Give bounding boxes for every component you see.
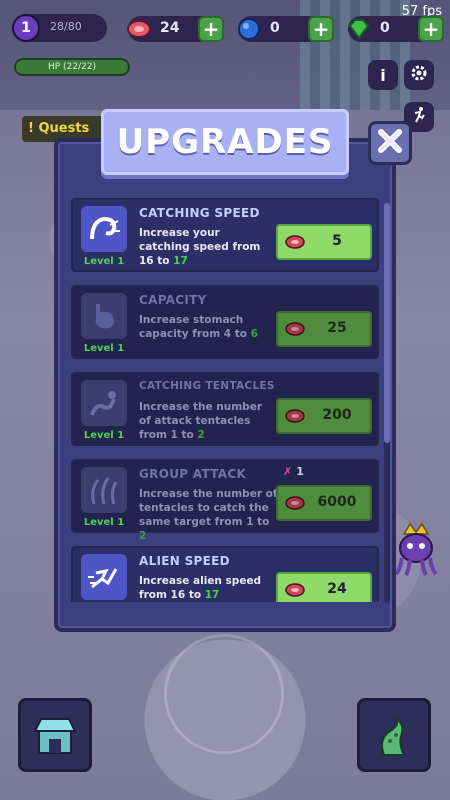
group-attack-thumbnail <box>81 467 127 513</box>
catching-tentacles-thumbnail <box>81 380 127 426</box>
gear-icon <box>410 64 428 86</box>
upgrade-level: Level 1 <box>83 256 125 267</box>
upgrade-card-catching-tentacles: Level 1 CATCHING TENTACLES Increase the … <box>71 372 379 446</box>
hp-bar: HP (22/22) <box>14 58 130 76</box>
green-gem-icon <box>344 14 374 44</box>
dna-icon: ✗ <box>283 465 293 478</box>
settings-button[interactable] <box>404 60 434 90</box>
blue-gem-counter: 0 + <box>238 16 334 42</box>
tentacles-group-icon <box>91 477 118 505</box>
card-clip: ALIEN SPEED Increase alien speed from 16… <box>71 546 379 602</box>
close-button[interactable] <box>368 121 412 165</box>
info-icon: i <box>380 65 386 85</box>
upgrade-name: CAPACITY <box>139 293 207 307</box>
player-level-bar: 1 28/80 <box>12 14 107 42</box>
buy-catching-tentacles-button[interactable]: 200 <box>276 398 372 434</box>
modal-title: UPGRADES <box>101 109 349 175</box>
upgrade-description: Increase the number of tentacles to catc… <box>139 488 278 542</box>
xp-counter: 28/80 <box>50 20 82 33</box>
add-green-gem-button[interactable]: + <box>418 16 444 42</box>
green-gem-counter: 0 + <box>348 16 444 42</box>
upgrade-name: ALIEN SPEED <box>139 554 230 568</box>
upgrade-description: Increase alien speed from 16 to 17 <box>139 575 262 601</box>
add-blue-gem-button[interactable]: + <box>308 16 334 42</box>
alien-speed-thumbnail <box>81 554 127 600</box>
upgrade-card-catching-speed: Level 1 CATCHING SPEED Increase your cat… <box>71 198 379 272</box>
upgrade-description: Increase your catching speed from 16 to … <box>139 227 261 267</box>
upgrade-name: CATCHING TENTACLES <box>139 380 275 392</box>
info-button[interactable]: i <box>368 60 398 90</box>
meat-icon <box>285 496 305 510</box>
meat-icon <box>285 322 305 336</box>
upgrade-card-alien-speed: ALIEN SPEED Increase alien speed from 16… <box>71 546 379 602</box>
quests-label: Quests <box>38 121 90 136</box>
buy-catching-speed-button[interactable]: 5 <box>276 224 372 260</box>
buy-capacity-button[interactable]: 25 <box>276 311 372 347</box>
tentacle-spiral-icon <box>90 216 120 240</box>
level-badge: 1 <box>12 14 40 42</box>
price-value: 5 <box>332 233 342 249</box>
tentacle-grab-icon <box>90 391 116 416</box>
meat-icon <box>285 583 305 597</box>
monster-sprite <box>394 520 438 577</box>
upgrade-description: Increase stomach capacity from 4 to 6 <box>139 314 258 340</box>
price-value: 25 <box>327 320 347 336</box>
meat-icon <box>124 14 154 44</box>
upgrade-description: Increase the number of attack tentacles … <box>139 401 262 441</box>
meat-icon <box>285 235 305 249</box>
dna-requirement: ✗ 1 <box>283 465 304 478</box>
blue-gem-icon <box>234 14 264 44</box>
upgrade-level: Level 1 <box>83 517 125 528</box>
price-value: 200 <box>322 407 352 423</box>
shop-button[interactable] <box>18 698 92 772</box>
running-alien-icon <box>88 568 118 589</box>
upgrade-card-group-attack: Level 1 GROUP ATTACK ✗ 1 Increase the num… <box>71 459 379 542</box>
buy-alien-speed-button[interactable]: 24 <box>276 572 372 602</box>
meat-counter: 24 + <box>127 16 224 42</box>
tentacle-icon <box>381 716 406 756</box>
meat-value: 24 <box>160 20 180 36</box>
tentacle-ability-button[interactable] <box>357 698 431 772</box>
capacity-thumbnail <box>81 293 127 339</box>
shop-icon <box>33 718 77 754</box>
joystick[interactable] <box>164 634 284 754</box>
catching-speed-thumbnail <box>81 206 127 252</box>
upgrade-name: CATCHING SPEED <box>139 206 260 220</box>
exclamation-icon: ! <box>28 121 39 136</box>
upgrade-level: Level 1 <box>83 343 125 354</box>
green-gem-value: 0 <box>380 20 390 36</box>
add-meat-button[interactable]: + <box>198 16 224 42</box>
price-value: 6000 <box>317 494 357 510</box>
upgrade-level: Level 1 <box>83 430 125 441</box>
scrollbar-thumb[interactable] <box>384 203 390 443</box>
upgrade-card-capacity: Level 1 CAPACITY Increase stomach capaci… <box>71 285 379 359</box>
stomach-icon <box>95 304 114 329</box>
runner-icon <box>410 106 428 128</box>
buy-group-attack-button[interactable]: 6000 <box>276 485 372 521</box>
close-icon <box>377 128 403 158</box>
upgrade-name: GROUP ATTACK <box>139 467 247 481</box>
dna-count: 1 <box>296 465 304 478</box>
meat-icon <box>285 409 305 423</box>
price-value: 24 <box>327 581 347 597</box>
blue-gem-value: 0 <box>270 20 280 36</box>
